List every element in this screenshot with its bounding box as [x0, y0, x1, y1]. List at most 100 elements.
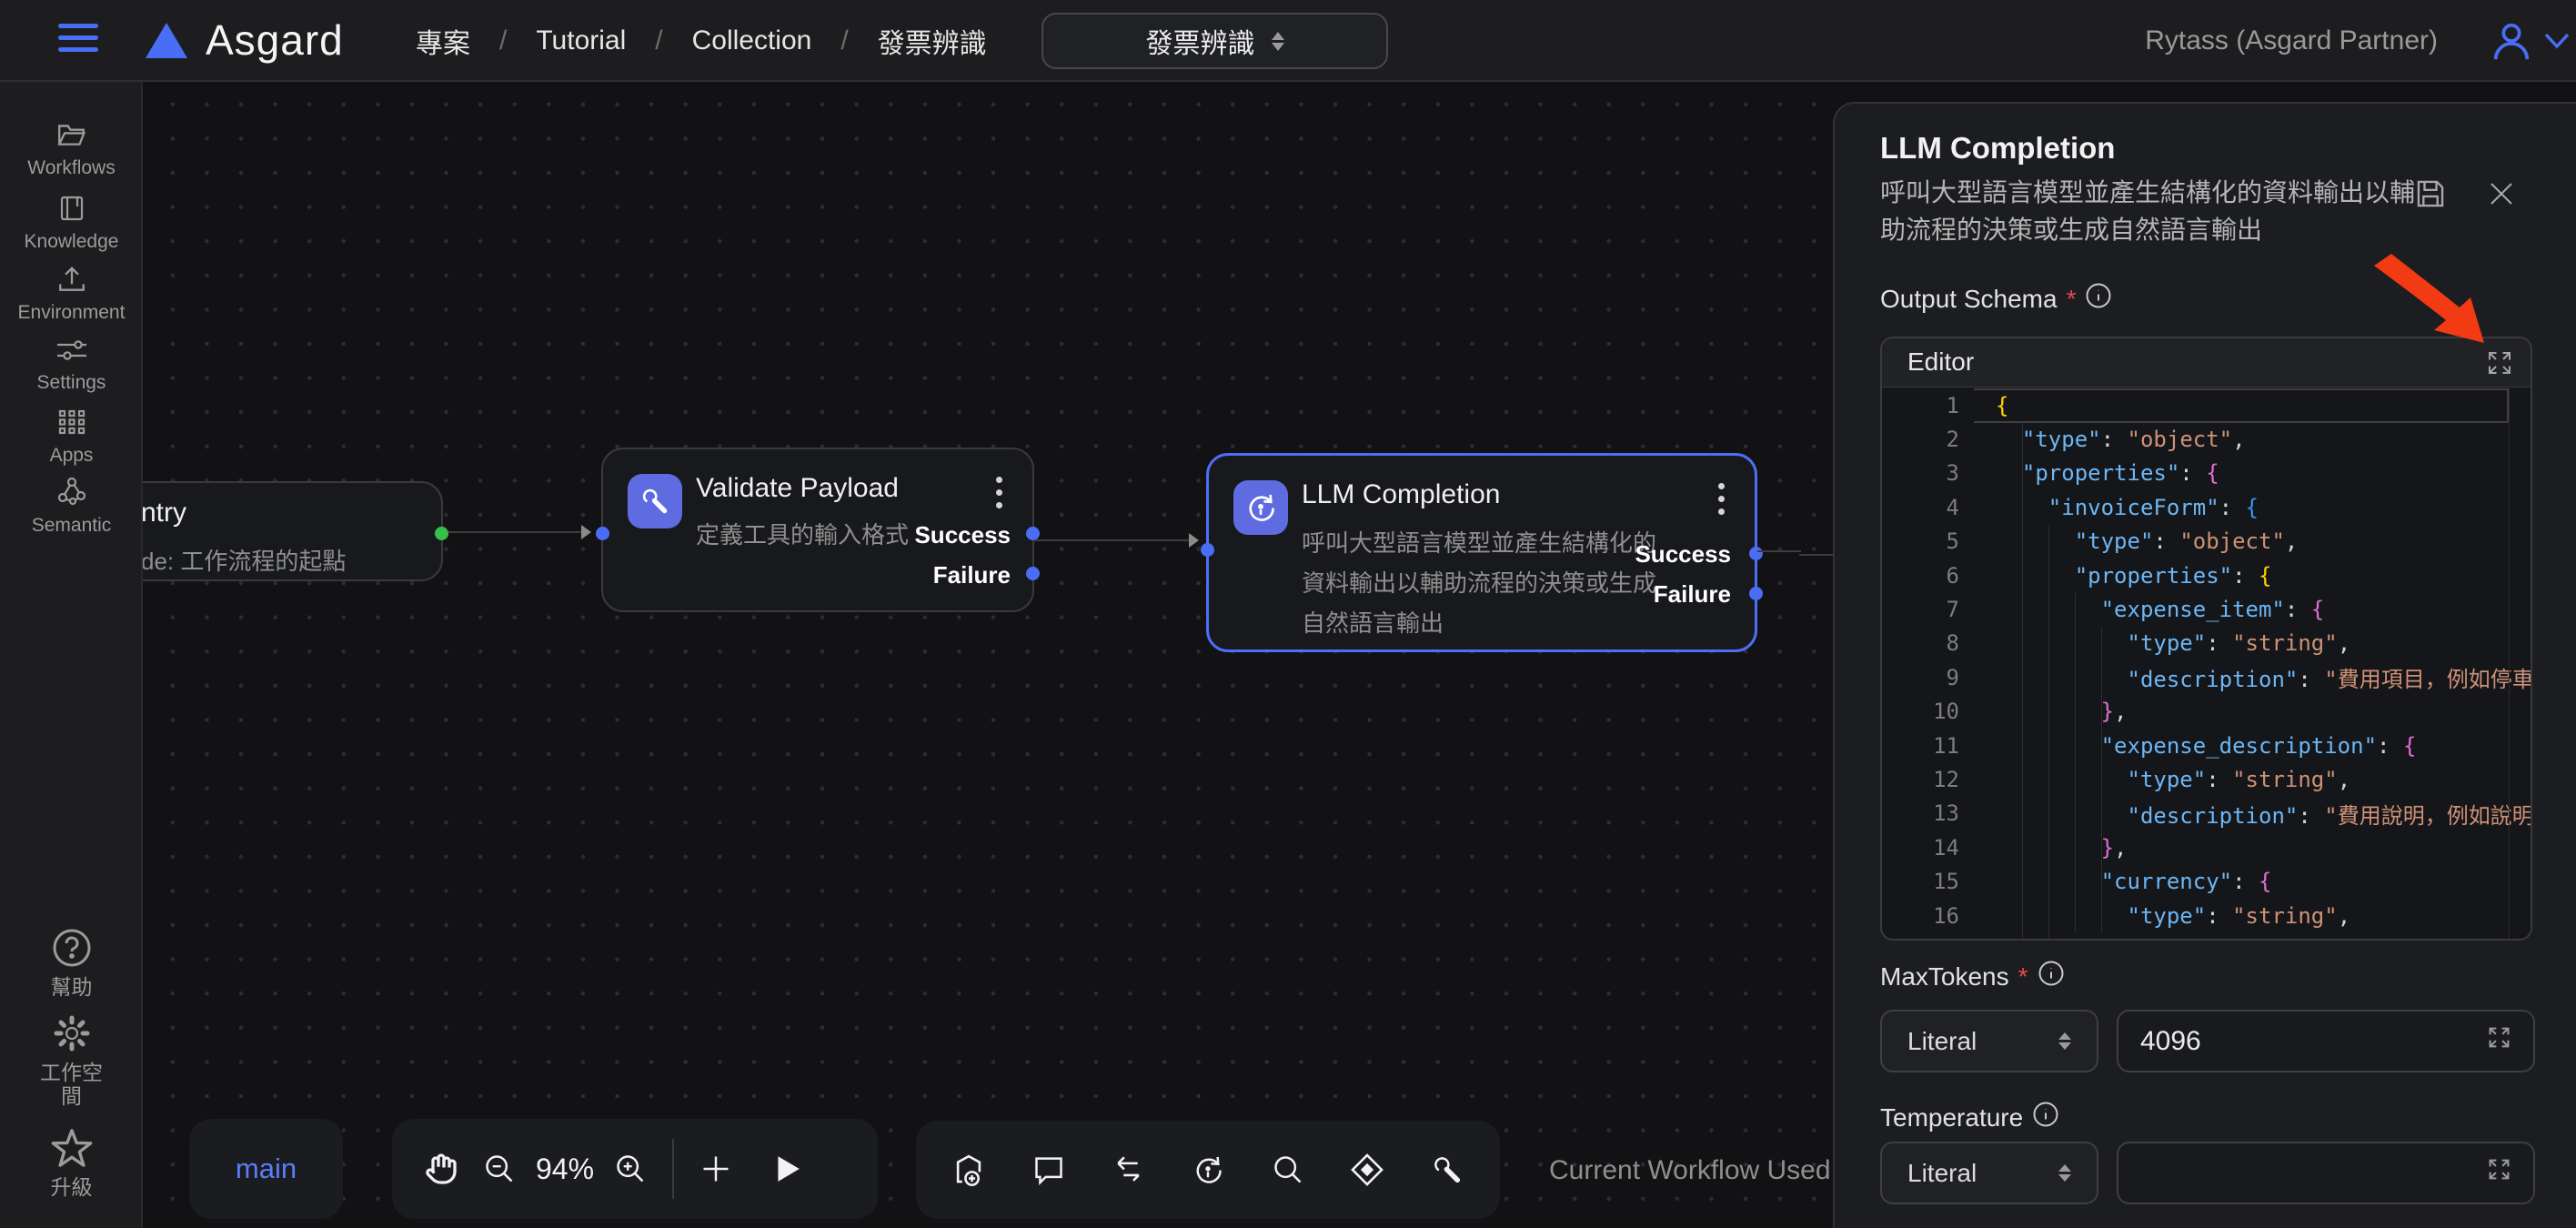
code-line[interactable]: 14 }, — [1882, 830, 2531, 864]
wire-validate-llm — [1034, 539, 1189, 541]
add-button[interactable] — [687, 1140, 745, 1198]
output-schema-label: Output Schema * — [1880, 282, 2112, 316]
wrench-icon — [639, 486, 670, 517]
search-icon — [1272, 1153, 1304, 1186]
book-icon — [57, 194, 86, 223]
code-line[interactable]: 5 "type": "object", — [1882, 525, 2531, 559]
code-line[interactable]: 12 "type": "string", — [1882, 762, 2531, 796]
code-line[interactable]: 7 "expense_item": { — [1882, 592, 2531, 626]
zoom-in-icon — [614, 1153, 647, 1185]
sidebar-item-workspace[interactable]: 工作空間 — [0, 1013, 143, 1108]
left-sidebar: Workflows Knowledge Environment Settings… — [0, 82, 143, 1228]
breadcrumb-item-collection[interactable]: Collection — [692, 25, 812, 56]
expand-icon — [2486, 349, 2513, 377]
sidebar-item-workflows[interactable]: Workflows — [0, 120, 143, 180]
code-line[interactable]: 8 "type": "string", — [1882, 627, 2531, 660]
save-icon — [2413, 176, 2448, 211]
add-node-button[interactable] — [940, 1141, 998, 1199]
apps-grid-icon — [57, 408, 86, 437]
rerun-workflow-button[interactable] — [1179, 1141, 1237, 1199]
run-button[interactable] — [758, 1140, 816, 1198]
max-tokens-label: MaxTokens * — [1880, 960, 2065, 993]
user-icon[interactable] — [2490, 20, 2532, 62]
code-line[interactable]: 4 "invoiceForm": { — [1882, 490, 2531, 524]
plus-icon — [699, 1153, 732, 1185]
code-line[interactable]: 2 "type": "object", — [1882, 422, 2531, 456]
expand-field-button[interactable] — [2487, 1157, 2511, 1189]
code-area[interactable]: 1{2 "type": "object",3 "properties": {4 … — [1882, 388, 2531, 941]
breadcrumb: 專案 / Tutorial / Collection / 發票辨識 — [416, 0, 987, 82]
canvas-zoom-toolbar: 94% — [392, 1119, 878, 1219]
code-line[interactable]: 3 "properties": { — [1882, 457, 2531, 490]
wire-arrowhead-icon — [581, 525, 591, 539]
sidebar-item-settings[interactable]: Settings — [0, 337, 143, 395]
pan-hand-button[interactable] — [412, 1140, 470, 1198]
expand-field-button[interactable] — [2487, 1025, 2511, 1057]
editor-header: Editor — [1882, 338, 2531, 388]
top-navbar: Asgard 專案 / Tutorial / Collection / 發票辨識… — [0, 0, 2576, 82]
node-validate-payload[interactable]: Validate Payload 定義工具的輸入格式 Success Failu… — [601, 448, 1034, 612]
sidebar-item-help[interactable]: 幫助 — [0, 928, 143, 999]
search-button[interactable] — [1259, 1141, 1317, 1199]
code-line[interactable]: 13 "description": "費用說明，例如說明 — [1882, 797, 2531, 830]
editor-scrollbar[interactable] — [2509, 388, 2510, 941]
save-button[interactable] — [2413, 176, 2448, 216]
tools-button[interactable] — [1418, 1141, 1476, 1199]
temperature-input[interactable] — [2117, 1142, 2535, 1204]
upload-icon — [56, 265, 87, 294]
code-line[interactable]: 11 "expense_description": { — [1882, 729, 2531, 762]
llm-failure-port[interactable] — [1749, 587, 1763, 600]
wire-entry-validate — [448, 531, 581, 533]
breadcrumb-item-projects[interactable]: 專案 — [416, 21, 470, 61]
sidebar-item-knowledge[interactable]: Knowledge — [0, 194, 143, 254]
node-menu-kebab-icon[interactable] — [1718, 483, 1726, 521]
validate-failure-port[interactable] — [1026, 567, 1040, 580]
code-line[interactable]: 17 "description": "幣別，例如 TWD" — [1882, 932, 2531, 941]
node-properties-panel: LLM Completion 呼叫大型語言模型並產生結構化的資料輸出以輔助流程的… — [1833, 102, 2576, 1228]
temperature-mode-select[interactable]: Literal — [1880, 1142, 2098, 1204]
sidebar-item-upgrade[interactable]: 升級 — [0, 1128, 143, 1199]
info-icon[interactable] — [2038, 960, 2065, 993]
swap-connections-button[interactable] — [1099, 1141, 1157, 1199]
llm-success-port[interactable] — [1749, 547, 1763, 560]
add-node-icon — [951, 1153, 986, 1187]
entry-output-port[interactable] — [435, 527, 448, 540]
branch-button[interactable]: main — [189, 1119, 343, 1219]
comment-button[interactable] — [1020, 1141, 1078, 1199]
graph-icon — [56, 476, 87, 507]
chevron-down-icon[interactable] — [2543, 31, 2571, 51]
validate-input-port[interactable] — [596, 527, 609, 540]
code-line[interactable]: 6 "properties": { — [1882, 559, 2531, 592]
workflow-selector-dropdown[interactable]: 發票辨識 — [1041, 13, 1388, 69]
sidebar-item-environment[interactable]: Environment — [0, 265, 143, 325]
node-llm-completion[interactable]: LLM Completion 呼叫大型語言模型並產生結構化的資料輸出以輔助流程的… — [1206, 453, 1757, 652]
llm-input-port[interactable] — [1201, 543, 1214, 557]
zoom-level: 94% — [528, 1153, 601, 1186]
sidebar-item-semantic[interactable]: Semantic — [0, 476, 143, 538]
breadcrumb-item-tutorial[interactable]: Tutorial — [536, 25, 626, 56]
validate-success-port[interactable] — [1026, 527, 1040, 540]
schema-editor[interactable]: Editor 1{2 "type": "object",3 "propertie… — [1880, 337, 2532, 941]
max-tokens-mode-select[interactable]: Literal — [1880, 1010, 2098, 1072]
navigate-button[interactable] — [1339, 1141, 1397, 1199]
breadcrumb-item-workflow[interactable]: 發票辨識 — [878, 21, 987, 61]
menu-hamburger-icon[interactable] — [58, 24, 98, 58]
panel-title: LLM Completion — [1880, 131, 2115, 166]
max-tokens-input[interactable]: 4096 — [2117, 1010, 2535, 1072]
code-line[interactable]: 15 "currency": { — [1882, 864, 2531, 898]
code-line[interactable]: 10 }, — [1882, 695, 2531, 729]
sidebar-item-apps[interactable]: Apps — [0, 408, 143, 468]
editor-expand-button[interactable] — [2486, 349, 2513, 381]
close-icon — [2488, 180, 2515, 207]
gear-icon — [52, 1013, 92, 1053]
close-panel-button[interactable] — [2488, 180, 2515, 212]
info-icon[interactable] — [2085, 282, 2112, 316]
zoom-out-button[interactable] — [470, 1140, 528, 1198]
code-line[interactable]: 9 "description": "費用項目，例如停車 — [1882, 660, 2531, 694]
navigate-icon — [1350, 1153, 1384, 1187]
code-line[interactable]: 16 "type": "string", — [1882, 899, 2531, 932]
zoom-in-button[interactable] — [601, 1140, 659, 1198]
node-entry[interactable]: ntry de: 工作流程的起點 — [143, 481, 443, 581]
node-menu-kebab-icon[interactable] — [996, 477, 1003, 515]
info-icon[interactable] — [2032, 1101, 2059, 1134]
